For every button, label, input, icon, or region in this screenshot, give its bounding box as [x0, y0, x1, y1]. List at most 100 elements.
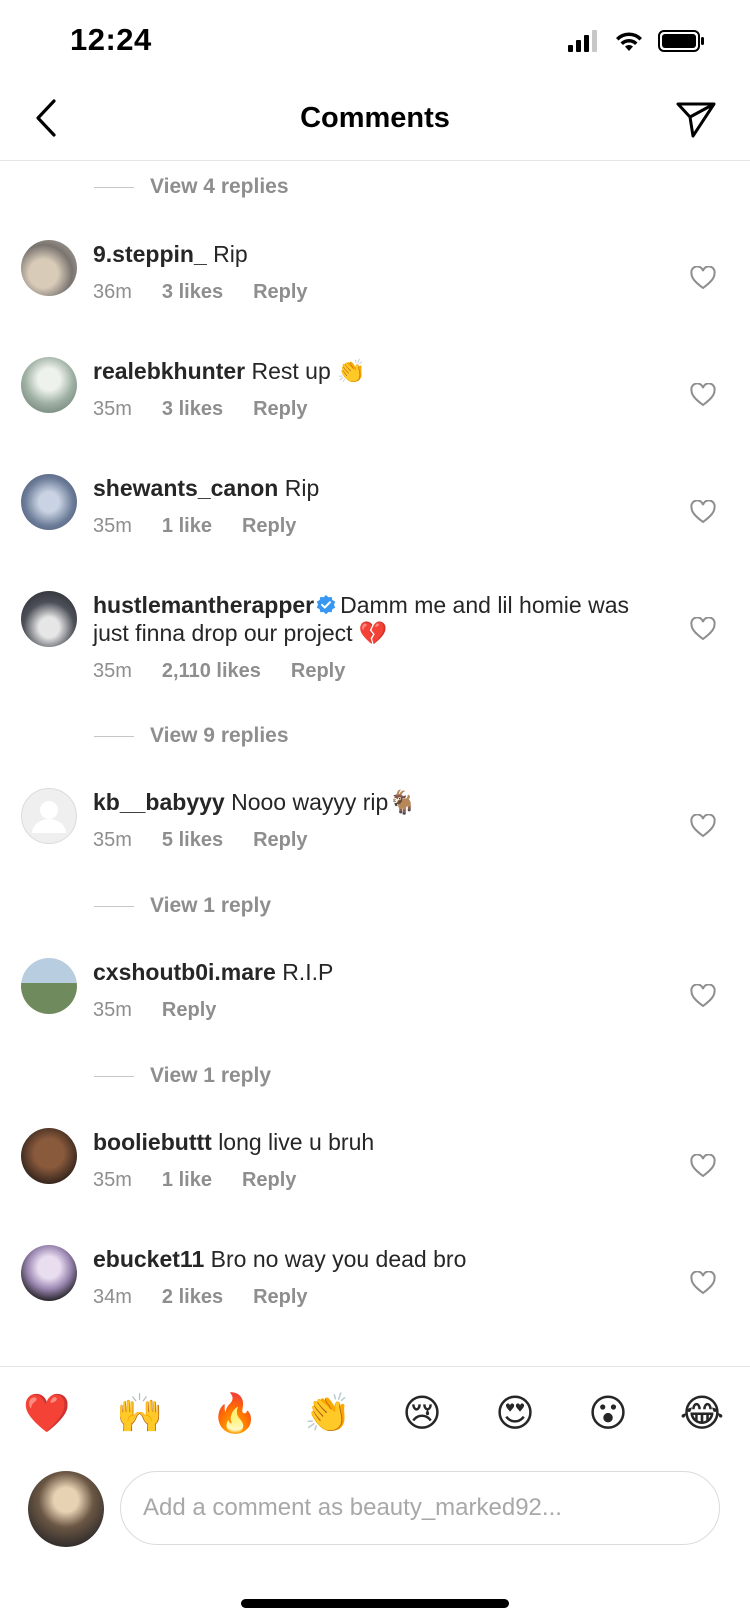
replies-divider	[94, 1075, 134, 1077]
like-heart-icon[interactable]	[690, 1154, 716, 1178]
replies-divider	[94, 905, 134, 907]
emoji-heart-button[interactable]: ❤️	[22, 1389, 72, 1439]
avatar[interactable]	[21, 474, 77, 530]
reply-button[interactable]: Reply	[253, 1283, 307, 1311]
comment-username[interactable]: booliebuttt	[93, 1129, 212, 1155]
comment-input[interactable]	[120, 1471, 720, 1545]
comment-text: R.I.P	[282, 959, 334, 985]
like-heart-icon[interactable]	[690, 500, 716, 524]
reply-button[interactable]: Reply	[242, 512, 296, 540]
emoji-clap-button[interactable]: 👏	[303, 1389, 353, 1439]
comment-meta: 36m 3 likes Reply	[93, 278, 653, 306]
comment-body: kb__babyyy Nooo wayyy rip🐐 35m 5 likes R…	[93, 788, 653, 854]
like-heart-icon[interactable]	[690, 984, 716, 1008]
view-replies-button[interactable]: View 9 replies	[94, 721, 289, 751]
comment-likes[interactable]: 3 likes	[162, 278, 223, 306]
comment-time: 35m	[93, 660, 132, 682]
wifi-icon	[616, 32, 642, 51]
comment-text: Rest up 👏	[251, 358, 366, 384]
comment-meta: 35m 3 likes Reply	[93, 395, 653, 423]
comment-meta: 35m 1 like Reply	[93, 1166, 653, 1194]
comment-text: Nooo wayyy rip🐐	[231, 789, 417, 815]
comment-text: Rip	[213, 241, 248, 267]
avatar[interactable]	[21, 1245, 77, 1301]
avatar[interactable]	[21, 240, 77, 296]
like-heart-icon[interactable]	[690, 266, 716, 290]
reply-button[interactable]: Reply	[162, 996, 216, 1024]
comment-meta: 35m Reply	[93, 996, 653, 1024]
like-heart-icon[interactable]	[690, 383, 716, 407]
view-replies-button[interactable]: View 4 replies	[94, 172, 289, 202]
status-bar: 12:24	[0, 0, 750, 84]
replies-divider	[94, 186, 134, 188]
comment-likes[interactable]: 1 like	[162, 1166, 212, 1194]
reply-button[interactable]: Reply	[253, 395, 307, 423]
comment-username[interactable]: kb__babyyy	[93, 789, 225, 815]
comment-time: 35m	[93, 1169, 132, 1191]
comment-meta: 35m 5 likes Reply	[93, 826, 653, 854]
comment-username[interactable]: cxshoutb0i.mare	[93, 959, 276, 985]
reply-button[interactable]: Reply	[253, 826, 307, 854]
emoji-laughing-button[interactable]: 😂	[677, 1389, 727, 1439]
like-heart-icon[interactable]	[690, 814, 716, 838]
comment-username[interactable]: shewants_canon	[93, 475, 278, 501]
page-title: Comments	[300, 102, 450, 134]
current-user-avatar	[28, 1471, 104, 1547]
comment-body: cxshoutb0i.mare R.I.P 35m Reply	[93, 958, 653, 1024]
comment-body: realebkhunter Rest up 👏 35m 3 likes Repl…	[93, 357, 653, 423]
like-heart-icon[interactable]	[690, 617, 716, 641]
emoji-cry-button[interactable]: 😢	[397, 1389, 447, 1439]
avatar[interactable]	[21, 958, 77, 1014]
paper-plane-icon	[676, 102, 716, 138]
avatar[interactable]	[21, 591, 77, 647]
battery-icon	[658, 30, 704, 52]
like-heart-icon[interactable]	[690, 1271, 716, 1295]
comment-likes[interactable]: 2 likes	[162, 1283, 223, 1311]
comment-likes[interactable]: 1 like	[162, 512, 212, 540]
default-user-icon	[32, 801, 66, 833]
replies-divider	[94, 735, 134, 737]
share-button[interactable]	[672, 96, 720, 144]
view-replies-button[interactable]: View 1 reply	[94, 891, 271, 921]
comment-time: 34m	[93, 1286, 132, 1308]
avatar[interactable]	[21, 788, 77, 844]
comment-username[interactable]: 9.steppin_	[93, 241, 207, 267]
comment-text: long live u bruh	[218, 1129, 375, 1155]
comment-username[interactable]: realebkhunter	[93, 358, 245, 384]
comment-body: 9.steppin_ Rip 36m 3 likes Reply	[93, 240, 653, 306]
reply-button[interactable]: Reply	[253, 278, 307, 306]
comment-likes[interactable]: 3 likes	[162, 395, 223, 423]
comment-time: 36m	[93, 281, 132, 303]
status-icons	[568, 30, 706, 52]
emoji-quick-bar: ❤️ 🙌 🔥 👏 😢 😍 😮 😂	[0, 1389, 750, 1445]
view-replies-label: View 1 reply	[150, 1064, 272, 1087]
view-replies-label: View 9 replies	[150, 724, 289, 747]
home-indicator[interactable]	[241, 1599, 509, 1608]
comment-username[interactable]: hustlemantherapper	[93, 592, 314, 618]
reply-button[interactable]: Reply	[242, 1166, 296, 1194]
signal-icon	[568, 30, 597, 52]
comment-text: Rip	[284, 475, 320, 501]
comment-username[interactable]: ebucket11	[93, 1246, 204, 1272]
avatar[interactable]	[21, 357, 77, 413]
view-replies-button[interactable]: View 1 reply	[94, 1061, 271, 1091]
reply-button[interactable]: Reply	[291, 657, 345, 685]
comment-body: shewants_canon Rip 35m 1 like Reply	[93, 474, 653, 540]
status-time: 12:24	[70, 22, 152, 57]
emoji-raised-hands-button[interactable]: 🙌	[115, 1389, 165, 1439]
comment-text: Bro no way you dead bro	[210, 1246, 467, 1272]
comment-likes[interactable]: 2,110 likes	[162, 657, 261, 685]
comment-likes[interactable]: 5 likes	[162, 826, 223, 854]
comment-time: 35m	[93, 999, 132, 1021]
comment-composer: ❤️ 🙌 🔥 👏 😢 😍 😮 😂	[0, 1366, 750, 1624]
comment-body: booliebuttt long live u bruh 35m 1 like …	[93, 1128, 653, 1194]
verified-badge-icon	[316, 595, 336, 615]
view-replies-label: View 4 replies	[150, 175, 289, 198]
emoji-surprised-button[interactable]: 😮	[583, 1389, 633, 1439]
emoji-heart-eyes-button[interactable]: 😍	[490, 1389, 540, 1439]
avatar[interactable]	[21, 1128, 77, 1184]
comment-body: hustlemantherapper Damm me and lil homie …	[93, 591, 653, 685]
comment-meta: 35m 1 like Reply	[93, 512, 653, 540]
emoji-fire-button[interactable]: 🔥	[210, 1389, 260, 1439]
comment-time: 35m	[93, 398, 132, 420]
